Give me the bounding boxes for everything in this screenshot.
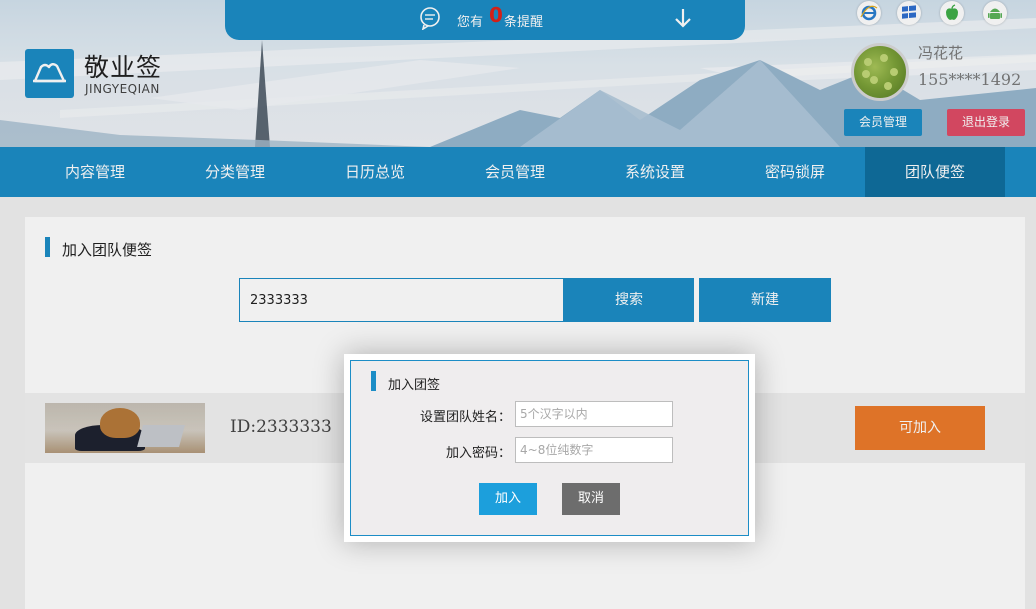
join-team-dialog: 加入团签 设置团队姓名： 加入密码： 加入 取消	[344, 354, 755, 542]
team-name-label: 设置团队姓名：	[419, 410, 511, 425]
cancel-button[interactable]: 取消	[562, 483, 620, 515]
team-name-input[interactable]	[515, 401, 673, 427]
dialog-title: 加入团签	[388, 378, 441, 393]
join-password-input[interactable]	[515, 437, 673, 463]
join-confirm-button[interactable]: 加入	[479, 483, 537, 515]
dialog-title-marker	[371, 371, 376, 391]
join-password-label: 加入密码：	[445, 446, 511, 461]
dialog-body: 加入团签 设置团队姓名： 加入密码： 加入 取消	[350, 360, 749, 536]
